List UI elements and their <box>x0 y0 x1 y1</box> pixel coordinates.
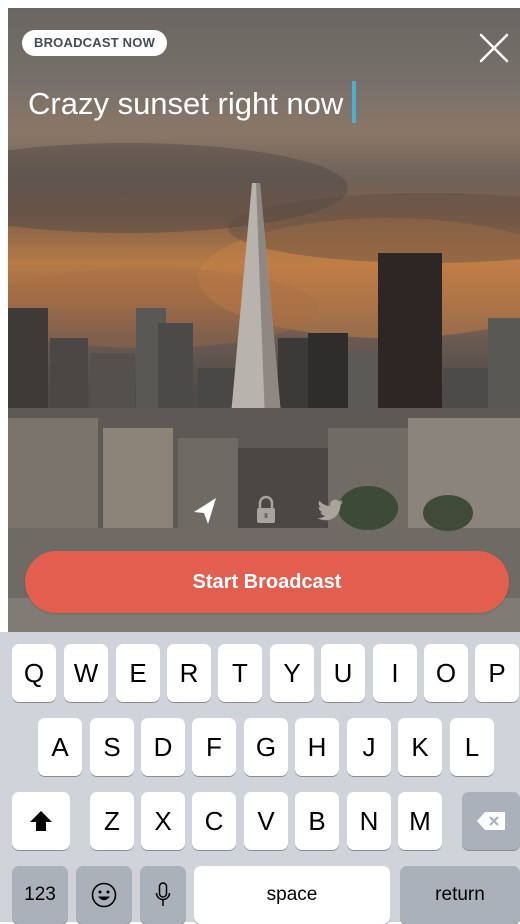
key-j[interactable]: J <box>347 718 391 776</box>
key-p[interactable]: P <box>475 644 519 702</box>
broadcast-now-badge: BROADCAST NOW <box>22 30 168 56</box>
twitter-icon <box>317 499 343 521</box>
close-button[interactable] <box>476 30 512 66</box>
return-key[interactable]: return <box>400 866 520 924</box>
microphone-icon <box>155 882 171 906</box>
key-v[interactable]: V <box>244 792 288 850</box>
delete-key[interactable] <box>462 792 520 850</box>
key-e[interactable]: E <box>116 644 160 702</box>
private-toggle[interactable] <box>248 492 284 528</box>
onscreen-keyboard: Q W E R T Y U I O P A S D F G H J K L Z … <box>0 632 520 924</box>
key-s[interactable]: S <box>90 718 134 776</box>
key-h[interactable]: H <box>295 718 339 776</box>
location-arrow-icon <box>194 498 216 524</box>
key-c[interactable]: C <box>192 792 236 850</box>
backspace-icon <box>477 812 505 830</box>
key-w[interactable]: W <box>64 644 108 702</box>
shift-arrow-icon <box>30 811 52 831</box>
twitter-toggle[interactable] <box>312 492 348 528</box>
text-cursor <box>352 81 356 123</box>
key-a[interactable]: A <box>38 718 82 776</box>
key-y[interactable]: Y <box>270 644 314 702</box>
key-f[interactable]: F <box>192 718 236 776</box>
key-t[interactable]: T <box>218 644 262 702</box>
key-l[interactable]: L <box>450 718 494 776</box>
emoji-icon <box>91 882 117 908</box>
key-n[interactable]: N <box>347 792 391 850</box>
key-d[interactable]: D <box>141 718 185 776</box>
key-x[interactable]: X <box>141 792 185 850</box>
lock-icon <box>257 495 275 523</box>
key-g[interactable]: G <box>244 718 288 776</box>
key-u[interactable]: U <box>321 644 365 702</box>
key-q[interactable]: Q <box>12 644 56 702</box>
close-icon <box>479 33 509 63</box>
key-m[interactable]: M <box>398 792 442 850</box>
key-z[interactable]: Z <box>90 792 134 850</box>
key-k[interactable]: K <box>398 718 442 776</box>
space-key[interactable]: space <box>194 866 390 924</box>
shift-key[interactable] <box>12 792 70 850</box>
location-toggle[interactable] <box>188 492 224 528</box>
numbers-key[interactable]: 123 <box>12 866 68 924</box>
key-i[interactable]: I <box>373 644 417 702</box>
key-o[interactable]: O <box>424 644 468 702</box>
emoji-key[interactable] <box>76 866 132 924</box>
start-broadcast-button[interactable]: Start Broadcast <box>25 551 509 613</box>
dictation-key[interactable] <box>140 866 186 924</box>
camera-preview: BROADCAST NOW Start Broadcast <box>8 8 520 632</box>
key-b[interactable]: B <box>295 792 339 850</box>
broadcast-title-input[interactable] <box>28 82 498 126</box>
key-r[interactable]: R <box>167 644 211 702</box>
